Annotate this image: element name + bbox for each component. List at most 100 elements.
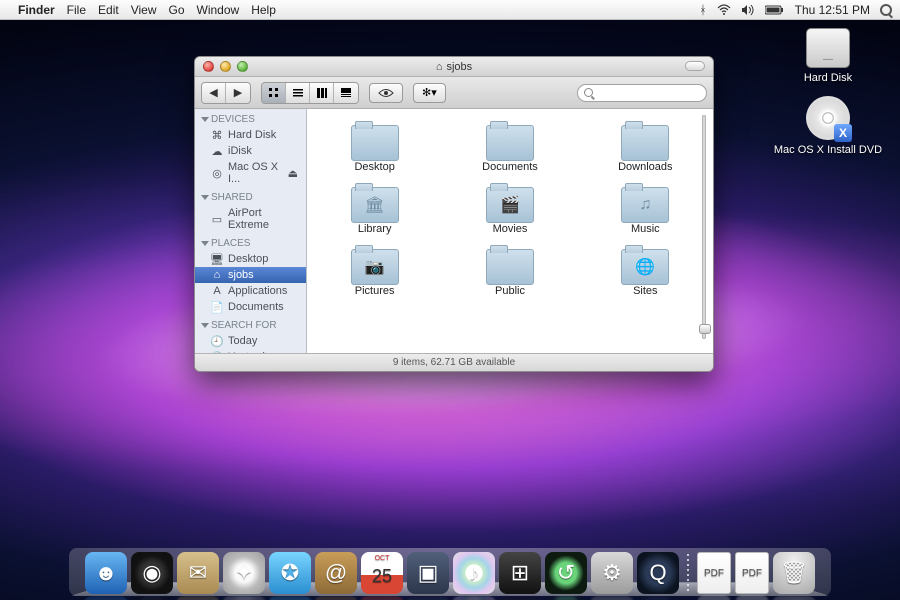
hard-disk-icon [806, 28, 850, 68]
bluetooth-icon[interactable]: ᚼ [699, 3, 706, 17]
dock-item-mail[interactable]: ✉ [177, 552, 219, 594]
folder-movies[interactable]: 🎬Movies [442, 181, 577, 239]
folder-icon: 🎬 [486, 187, 534, 223]
menu-clock[interactable]: Thu 12:51 PM [795, 3, 870, 17]
dock-item-trash[interactable]: 🗑 [773, 552, 815, 594]
folder-label: Desktop [354, 161, 394, 173]
menu-help[interactable]: Help [251, 3, 276, 17]
zoom-button[interactable] [237, 61, 248, 72]
menu-edit[interactable]: Edit [98, 3, 119, 17]
dock-item-doc[interactable]: PDF [697, 552, 731, 594]
dock-item-itunes[interactable]: ♪ [453, 552, 495, 594]
folder-documents[interactable]: Documents [442, 119, 577, 177]
traffic-lights [203, 61, 248, 72]
apps-icon: A [211, 285, 223, 297]
quicklook-button[interactable] [369, 83, 403, 103]
view-list-button[interactable] [286, 83, 310, 103]
menu-file[interactable]: File [67, 3, 86, 17]
sidebar-item-idisk[interactable]: ☁iDisk [195, 143, 306, 159]
dock-item-ab[interactable]: @ [315, 552, 357, 594]
net-icon: ▭ [211, 213, 223, 225]
battery-icon[interactable] [765, 5, 785, 15]
dock-item-finder[interactable]: ☻ [85, 552, 127, 594]
folder-pictures[interactable]: 📷Pictures [307, 243, 442, 301]
folder-library[interactable]: 🏛Library [307, 181, 442, 239]
view-switcher [261, 82, 359, 104]
sidebar-item-label: Yesterday [228, 351, 277, 353]
minimize-button[interactable] [220, 61, 231, 72]
slider-knob[interactable] [699, 324, 711, 334]
folder-icon [486, 249, 534, 285]
sidebar-item-today[interactable]: 🕘Today [195, 333, 306, 349]
folder-icon [351, 125, 399, 161]
finder-sidebar: DEVICES⌘Hard Disk☁iDisk◎Mac OS X I...⏏SH… [195, 109, 307, 353]
spotlight-icon[interactable] [880, 4, 892, 16]
dock: ☻◉✉✦✪@OCT25▣♪⊞↺⚙QPDFPDF🗑 [69, 548, 831, 596]
eject-icon[interactable]: ⏏ [288, 167, 298, 180]
folder-icon: 🏛 [351, 187, 399, 223]
view-icon-button[interactable] [262, 83, 286, 103]
sidebar-item-airport-extreme[interactable]: ▭AirPort Extreme [195, 205, 306, 233]
folder-sites[interactable]: 🌐Sites [578, 243, 713, 301]
slider-track [702, 115, 706, 339]
menu-go[interactable]: Go [169, 3, 185, 17]
idisk-icon: ☁ [211, 145, 223, 157]
sidebar-item-mac-os-x-i-[interactable]: ◎Mac OS X I...⏏ [195, 159, 306, 187]
folder-public[interactable]: Public [442, 243, 577, 301]
dock-item-sys[interactable]: ⚙ [591, 552, 633, 594]
sidebar-item-documents[interactable]: 📄Documents [195, 299, 306, 315]
dock-item-doc[interactable]: PDF [735, 552, 769, 594]
folder-music[interactable]: ♫Music [578, 181, 713, 239]
menu-view[interactable]: View [131, 3, 157, 17]
search-field[interactable] [577, 84, 707, 102]
sidebar-heading[interactable]: PLACES [195, 233, 306, 251]
dock-item-ichat[interactable]: ✪ [269, 552, 311, 594]
sidebar-heading[interactable]: SHARED [195, 187, 306, 205]
forward-button[interactable]: ▶ [226, 83, 250, 103]
close-button[interactable] [203, 61, 214, 72]
search-icon [584, 88, 593, 97]
sidebar-item-yesterday[interactable]: 🕘Yesterday [195, 349, 306, 353]
back-button[interactable]: ◀ [202, 83, 226, 103]
dock-item-tm[interactable]: ↺ [545, 552, 587, 594]
desktop-icon-hard-disk[interactable]: Hard Disk [768, 28, 888, 84]
view-column-button[interactable] [310, 83, 334, 103]
toolbar-toggle-button[interactable] [685, 61, 705, 71]
dock-item-dash[interactable]: ◉ [131, 552, 173, 594]
dock-item-ical[interactable]: OCT25 [361, 552, 403, 594]
folder-badge-icon [622, 126, 668, 160]
folder-downloads[interactable]: Downloads [578, 119, 713, 177]
menu-window[interactable]: Window [197, 3, 240, 17]
sidebar-item-label: Documents [228, 301, 284, 313]
app-menu[interactable]: Finder [18, 3, 55, 17]
search-input[interactable] [596, 87, 700, 99]
sidebar-item-label: Today [228, 335, 257, 347]
dock-item-safari[interactable]: ✦ [223, 552, 265, 594]
desktop-icons: Hard Disk X Mac OS X Install DVD [768, 28, 888, 168]
volume-icon[interactable] [741, 4, 755, 16]
folder-desktop[interactable]: Desktop [307, 119, 442, 177]
window-title-text: sjobs [446, 61, 472, 73]
folder-label: Music [631, 223, 660, 235]
sidebar-heading[interactable]: DEVICES [195, 109, 306, 127]
dock-item-spaces[interactable]: ⊞ [499, 552, 541, 594]
window-titlebar[interactable]: ⌂ sjobs [195, 57, 713, 77]
disclosure-triangle-icon [201, 195, 209, 200]
wifi-icon[interactable] [717, 4, 731, 16]
sidebar-item-label: Applications [228, 285, 287, 297]
dock-item-preview[interactable]: ▣ [407, 552, 449, 594]
folder-icon [621, 125, 669, 161]
disclosure-triangle-icon [201, 241, 209, 246]
sidebar-item-sjobs[interactable]: ⌂sjobs [195, 267, 306, 283]
sidebar-heading[interactable]: SEARCH FOR [195, 315, 306, 333]
dock-item-q[interactable]: Q [637, 552, 679, 594]
sidebar-item-label: sjobs [228, 269, 254, 281]
sidebar-item-label: Desktop [228, 253, 268, 265]
sidebar-item-hard-disk[interactable]: ⌘Hard Disk [195, 127, 306, 143]
icon-size-slider[interactable] [698, 109, 710, 353]
view-coverflow-button[interactable] [334, 83, 358, 103]
desktop-icon-install-dvd[interactable]: X Mac OS X Install DVD [768, 96, 888, 156]
action-button[interactable]: ✻▾ [413, 83, 446, 103]
sidebar-item-desktop[interactable]: 🖥Desktop [195, 251, 306, 267]
sidebar-item-applications[interactable]: A Applications [195, 283, 306, 299]
